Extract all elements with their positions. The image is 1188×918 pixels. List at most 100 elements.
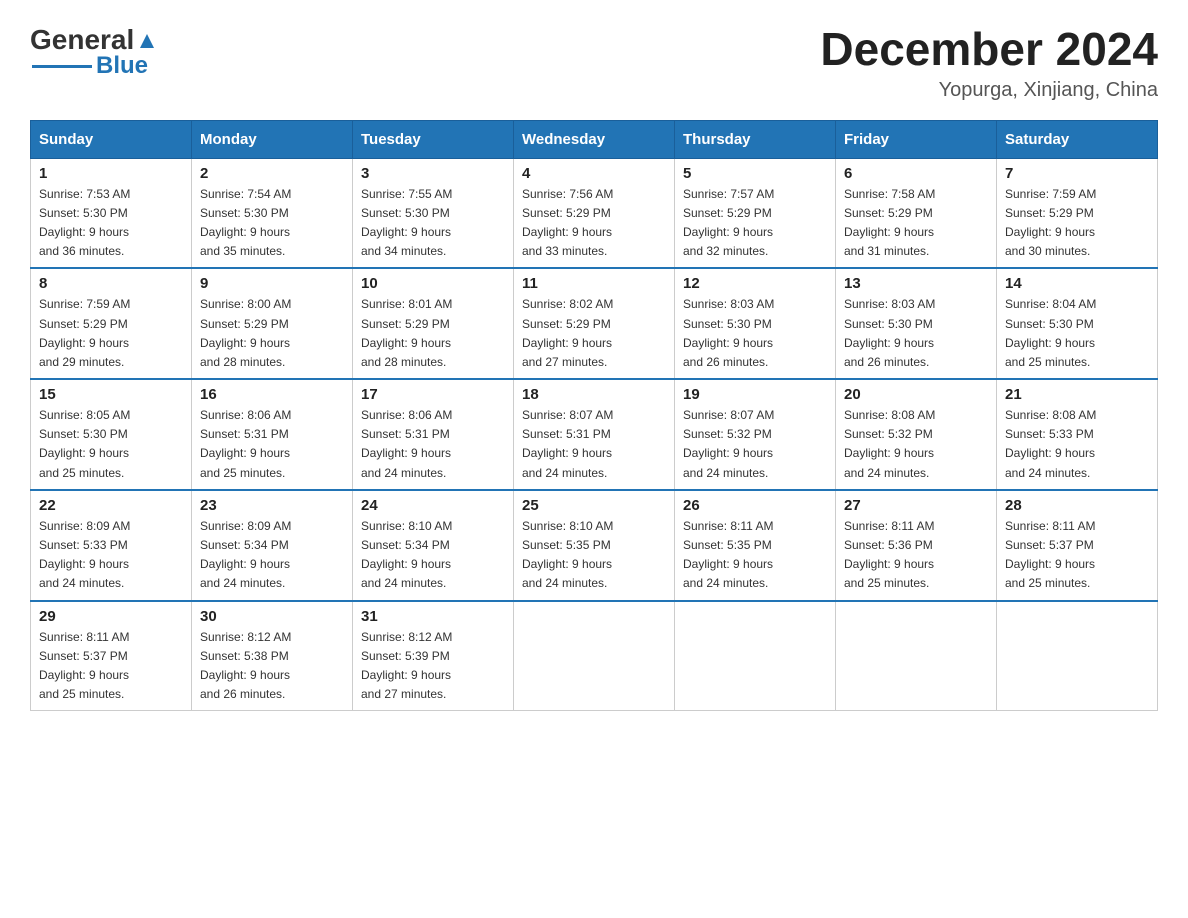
day-cell-9: 9 Sunrise: 8:00 AMSunset: 5:29 PMDaylight… — [192, 268, 353, 379]
day-cell-14: 14 Sunrise: 8:04 AMSunset: 5:30 PMDayligh… — [997, 268, 1158, 379]
day-number: 29 — [39, 608, 183, 625]
week-row-4: 22Sunrise: 8:09 AMSunset: 5:33 PMDayligh… — [31, 490, 1158, 601]
day-cell-27: 27 Sunrise: 8:11 AMSunset: 5:36 PMDayligh… — [836, 490, 997, 601]
day-number: 27 — [844, 497, 988, 514]
day-info: Sunrise: 7:53 AMSunset: 5:30 PMDaylight:… — [39, 185, 183, 262]
day-number: 16 — [200, 386, 344, 403]
day-cell-4: 4 Sunrise: 7:56 AMSunset: 5:29 PMDaylight… — [514, 158, 675, 268]
day-cell-24: 24 Sunrise: 8:10 AMSunset: 5:34 PMDayligh… — [353, 490, 514, 601]
day-number: 30 — [200, 608, 344, 625]
day-cell-26: 26 Sunrise: 8:11 AMSunset: 5:35 PMDayligh… — [675, 490, 836, 601]
day-cell-2: 2 Sunrise: 7:54 AMSunset: 5:30 PMDaylight… — [192, 158, 353, 268]
day-cell-30: 30 Sunrise: 8:12 AMSunset: 5:38 PMDayligh… — [192, 601, 353, 711]
day-cell-25: 25 Sunrise: 8:10 AMSunset: 5:35 PMDayligh… — [514, 490, 675, 601]
day-info: Sunrise: 8:09 AMSunset: 5:33 PMDaylight:… — [39, 517, 183, 594]
day-info: Sunrise: 8:01 AMSunset: 5:29 PMDaylight:… — [361, 295, 505, 372]
day-number: 11 — [522, 275, 666, 292]
week-row-1: 1Sunrise: 7:53 AMSunset: 5:30 PMDaylight… — [31, 158, 1158, 268]
column-header-monday: Monday — [192, 120, 353, 158]
column-header-friday: Friday — [836, 120, 997, 158]
day-info: Sunrise: 7:54 AMSunset: 5:30 PMDaylight:… — [200, 185, 344, 262]
day-info: Sunrise: 8:00 AMSunset: 5:29 PMDaylight:… — [200, 295, 344, 372]
day-cell-28: 28 Sunrise: 8:11 AMSunset: 5:37 PMDayligh… — [997, 490, 1158, 601]
day-cell-18: 18Sunrise: 8:07 AMSunset: 5:31 PMDayligh… — [514, 379, 675, 490]
day-number: 10 — [361, 275, 505, 292]
day-cell-15: 15Sunrise: 8:05 AMSunset: 5:30 PMDayligh… — [31, 379, 192, 490]
header-row: SundayMondayTuesdayWednesdayThursdayFrid… — [31, 120, 1158, 158]
day-info: Sunrise: 8:10 AMSunset: 5:34 PMDaylight:… — [361, 517, 505, 594]
day-info: Sunrise: 8:11 AMSunset: 5:37 PMDaylight:… — [39, 628, 183, 705]
day-info: Sunrise: 8:03 AMSunset: 5:30 PMDaylight:… — [844, 295, 988, 372]
day-info: Sunrise: 8:12 AMSunset: 5:38 PMDaylight:… — [200, 628, 344, 705]
logo-blue-text: Blue — [96, 52, 148, 80]
day-number: 3 — [361, 165, 505, 182]
day-info: Sunrise: 8:11 AMSunset: 5:36 PMDaylight:… — [844, 517, 988, 594]
day-info: Sunrise: 8:08 AMSunset: 5:32 PMDaylight:… — [844, 406, 988, 483]
day-cell-1: 1Sunrise: 7:53 AMSunset: 5:30 PMDaylight… — [31, 158, 192, 268]
day-info: Sunrise: 7:55 AMSunset: 5:30 PMDaylight:… — [361, 185, 505, 262]
day-info: Sunrise: 8:07 AMSunset: 5:32 PMDaylight:… — [683, 406, 827, 483]
day-cell-12: 12Sunrise: 8:03 AMSunset: 5:30 PMDayligh… — [675, 268, 836, 379]
location-subtitle: Yopurga, Xinjiang, China — [820, 79, 1158, 102]
day-number: 4 — [522, 165, 666, 182]
day-number: 14 — [1005, 275, 1149, 292]
logo-triangle-icon — [136, 30, 158, 52]
day-info: Sunrise: 8:10 AMSunset: 5:35 PMDaylight:… — [522, 517, 666, 594]
day-cell-23: 23Sunrise: 8:09 AMSunset: 5:34 PMDayligh… — [192, 490, 353, 601]
day-number: 9 — [200, 275, 344, 292]
day-number: 20 — [844, 386, 988, 403]
day-info: Sunrise: 7:57 AMSunset: 5:29 PMDaylight:… — [683, 185, 827, 262]
column-header-sunday: Sunday — [31, 120, 192, 158]
day-cell-16: 16 Sunrise: 8:06 AMSunset: 5:31 PMDayligh… — [192, 379, 353, 490]
month-year-title: December 2024 — [820, 24, 1158, 75]
day-cell-22: 22Sunrise: 8:09 AMSunset: 5:33 PMDayligh… — [31, 490, 192, 601]
day-info: Sunrise: 7:59 AMSunset: 5:29 PMDaylight:… — [1005, 185, 1149, 262]
day-number: 12 — [683, 275, 827, 292]
week-row-5: 29 Sunrise: 8:11 AMSunset: 5:37 PMDayligh… — [31, 601, 1158, 711]
empty-cell — [675, 601, 836, 711]
day-info: Sunrise: 8:11 AMSunset: 5:35 PMDaylight:… — [683, 517, 827, 594]
day-cell-11: 11 Sunrise: 8:02 AMSunset: 5:29 PMDayligh… — [514, 268, 675, 379]
empty-cell — [997, 601, 1158, 711]
day-info: Sunrise: 8:06 AMSunset: 5:31 PMDaylight:… — [200, 406, 344, 483]
day-cell-29: 29 Sunrise: 8:11 AMSunset: 5:37 PMDayligh… — [31, 601, 192, 711]
day-number: 6 — [844, 165, 988, 182]
week-row-3: 15Sunrise: 8:05 AMSunset: 5:30 PMDayligh… — [31, 379, 1158, 490]
day-cell-6: 6 Sunrise: 7:58 AMSunset: 5:29 PMDaylight… — [836, 158, 997, 268]
day-number: 24 — [361, 497, 505, 514]
day-info: Sunrise: 7:59 AMSunset: 5:29 PMDaylight:… — [39, 295, 183, 372]
day-number: 2 — [200, 165, 344, 182]
calendar-table: SundayMondayTuesdayWednesdayThursdayFrid… — [30, 120, 1158, 712]
empty-cell — [514, 601, 675, 711]
day-number: 25 — [522, 497, 666, 514]
day-number: 7 — [1005, 165, 1149, 182]
day-number: 31 — [361, 608, 505, 625]
day-number: 18 — [522, 386, 666, 403]
day-info: Sunrise: 8:02 AMSunset: 5:29 PMDaylight:… — [522, 295, 666, 372]
day-info: Sunrise: 8:11 AMSunset: 5:37 PMDaylight:… — [1005, 517, 1149, 594]
column-header-wednesday: Wednesday — [514, 120, 675, 158]
day-number: 15 — [39, 386, 183, 403]
day-cell-13: 13 Sunrise: 8:03 AMSunset: 5:30 PMDayligh… — [836, 268, 997, 379]
column-header-tuesday: Tuesday — [353, 120, 514, 158]
day-number: 5 — [683, 165, 827, 182]
day-number: 13 — [844, 275, 988, 292]
day-number: 21 — [1005, 386, 1149, 403]
day-cell-3: 3 Sunrise: 7:55 AMSunset: 5:30 PMDaylight… — [353, 158, 514, 268]
day-cell-8: 8 Sunrise: 7:59 AMSunset: 5:29 PMDaylight… — [31, 268, 192, 379]
day-info: Sunrise: 8:04 AMSunset: 5:30 PMDaylight:… — [1005, 295, 1149, 372]
day-info: Sunrise: 8:12 AMSunset: 5:39 PMDaylight:… — [361, 628, 505, 705]
day-info: Sunrise: 8:06 AMSunset: 5:31 PMDaylight:… — [361, 406, 505, 483]
title-block: December 2024 Yopurga, Xinjiang, China — [820, 24, 1158, 102]
day-cell-7: 7 Sunrise: 7:59 AMSunset: 5:29 PMDaylight… — [997, 158, 1158, 268]
day-info: Sunrise: 8:09 AMSunset: 5:34 PMDaylight:… — [200, 517, 344, 594]
day-number: 19 — [683, 386, 827, 403]
day-cell-10: 10 Sunrise: 8:01 AMSunset: 5:29 PMDayligh… — [353, 268, 514, 379]
day-info: Sunrise: 7:58 AMSunset: 5:29 PMDaylight:… — [844, 185, 988, 262]
column-header-thursday: Thursday — [675, 120, 836, 158]
day-info: Sunrise: 7:56 AMSunset: 5:29 PMDaylight:… — [522, 185, 666, 262]
day-number: 26 — [683, 497, 827, 514]
column-header-saturday: Saturday — [997, 120, 1158, 158]
day-number: 8 — [39, 275, 183, 292]
day-number: 28 — [1005, 497, 1149, 514]
